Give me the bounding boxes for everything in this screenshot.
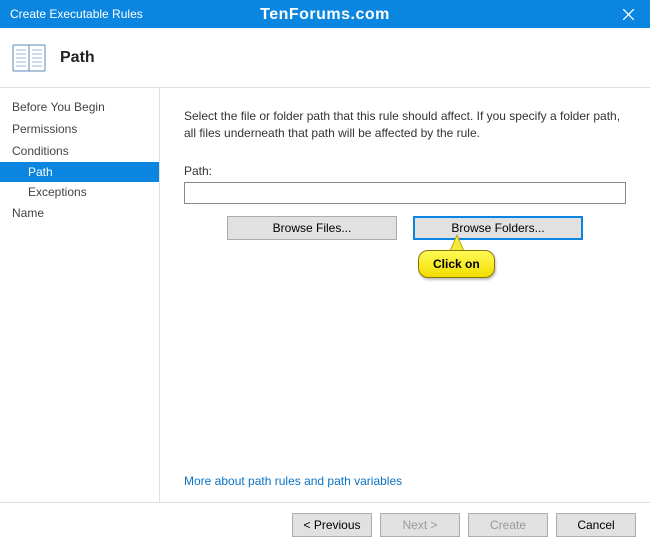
cancel-button[interactable]: Cancel [556,513,636,537]
close-button[interactable] [606,0,650,28]
wizard-content: Select the file or folder path that this… [160,88,650,502]
close-icon [623,9,634,20]
page-title: Path [60,49,95,67]
wizard-nav: Before You Begin Permissions Conditions … [0,88,160,502]
path-input[interactable] [184,182,626,204]
nav-conditions[interactable]: Conditions [0,140,159,162]
next-button: Next > [380,513,460,537]
nav-before-you-begin[interactable]: Before You Begin [0,96,159,118]
wizard-header: Path [0,28,650,88]
nav-name[interactable]: Name [0,202,159,224]
path-label: Path: [184,164,626,178]
previous-button[interactable]: < Previous [292,513,372,537]
browse-files-button[interactable]: Browse Files... [227,216,397,240]
window-title: Create Executable Rules [10,7,143,21]
titlebar: Create Executable Rules [0,0,650,28]
nav-conditions-path[interactable]: Path [0,162,159,182]
nav-permissions[interactable]: Permissions [0,118,159,140]
nav-conditions-exceptions[interactable]: Exceptions [0,182,159,202]
more-about-link[interactable]: More about path rules and path variables [184,474,626,488]
browse-folders-button[interactable]: Browse Folders... [413,216,583,240]
book-icon [12,43,46,73]
instruction-text: Select the file or folder path that this… [184,108,626,142]
wizard-footer: < Previous Next > Create Cancel [0,502,650,546]
create-button: Create [468,513,548,537]
